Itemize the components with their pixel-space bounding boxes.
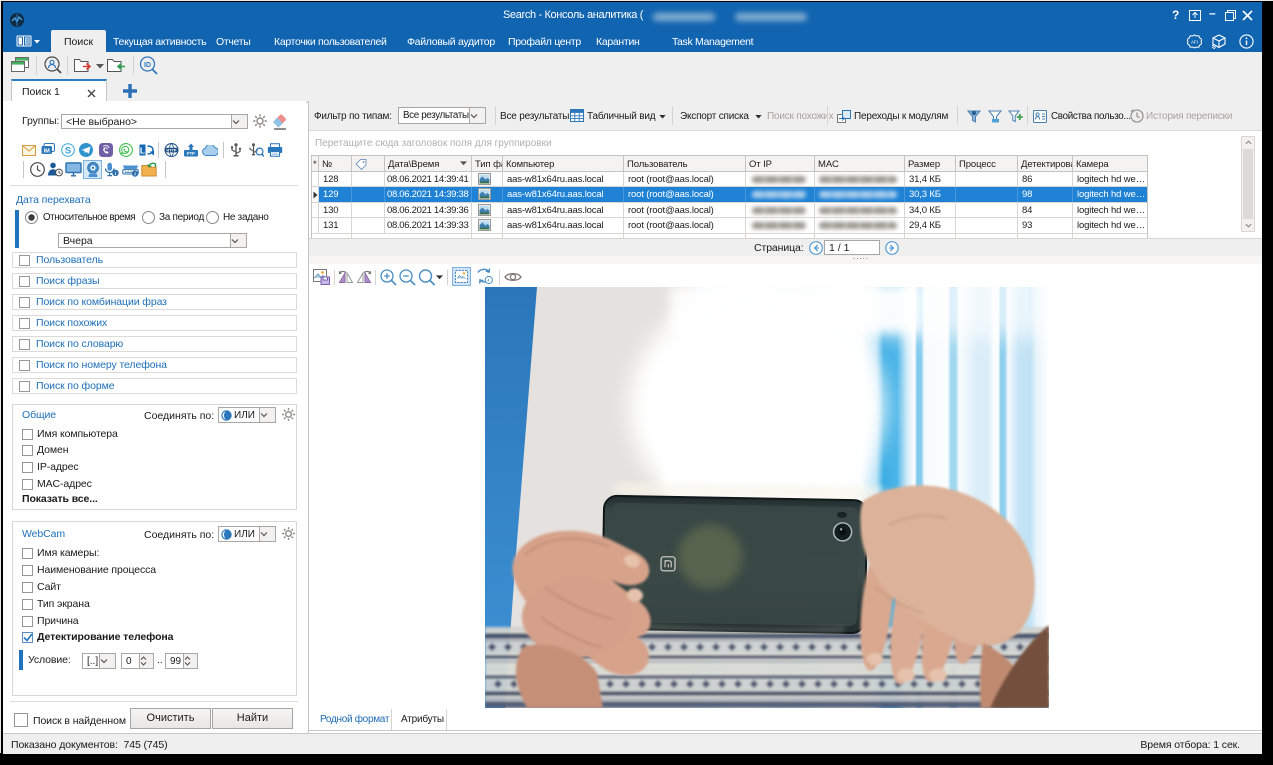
svg-text:IM: IM <box>44 149 51 155</box>
svg-text:HTTP: HTTP <box>167 149 177 153</box>
svg-text:S: S <box>65 146 71 157</box>
svg-text:AFI: AFI <box>1191 40 1198 45</box>
svg-text:FTP: FTP <box>187 151 195 156</box>
svg-text:ID: ID <box>144 62 151 69</box>
svg-text:L: L <box>140 145 145 155</box>
